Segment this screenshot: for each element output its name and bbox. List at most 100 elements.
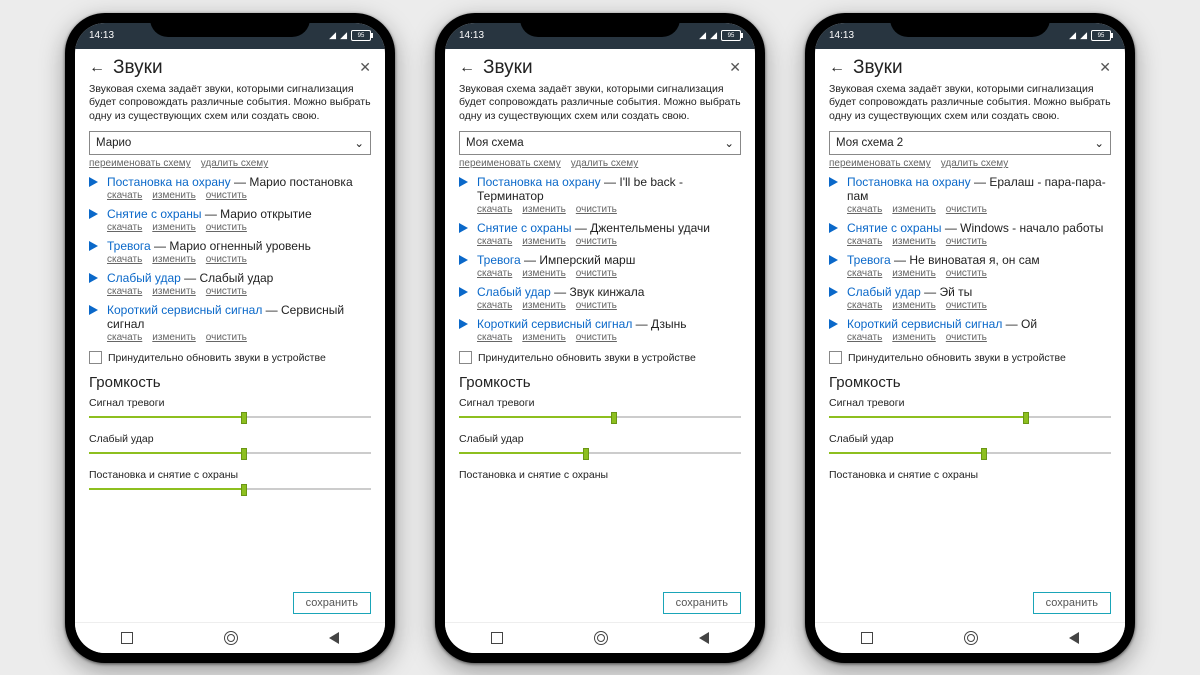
edit-link[interactable]: изменить — [522, 204, 566, 215]
clear-link[interactable]: очистить — [946, 300, 987, 311]
back-arrow-icon[interactable]: ← — [89, 59, 105, 77]
clear-link[interactable]: очистить — [206, 254, 247, 265]
clear-link[interactable]: очистить — [206, 190, 247, 201]
sound-event-label[interactable]: Короткий сервисный сигнал — [477, 317, 632, 331]
edit-link[interactable]: изменить — [522, 236, 566, 247]
volume-slider[interactable] — [89, 411, 371, 423]
play-icon[interactable] — [829, 255, 838, 265]
download-link[interactable]: скачать — [107, 222, 142, 233]
close-icon[interactable]: ✕ — [1099, 59, 1111, 76]
clear-link[interactable]: очистить — [946, 332, 987, 343]
download-link[interactable]: скачать — [477, 204, 512, 215]
back-arrow-icon[interactable]: ← — [829, 59, 845, 77]
clear-link[interactable]: очистить — [206, 222, 247, 233]
sound-event-label[interactable]: Слабый удар — [477, 285, 551, 299]
clear-link[interactable]: очистить — [946, 236, 987, 247]
download-link[interactable]: скачать — [107, 190, 142, 201]
download-link[interactable]: скачать — [847, 236, 882, 247]
nav-back-icon[interactable] — [1069, 632, 1079, 644]
sound-event-label[interactable]: Тревога — [847, 253, 891, 267]
edit-link[interactable]: изменить — [152, 190, 196, 201]
clear-link[interactable]: очистить — [576, 204, 617, 215]
play-icon[interactable] — [459, 319, 468, 329]
sound-event-label[interactable]: Слабый удар — [107, 271, 181, 285]
nav-home-icon[interactable] — [224, 631, 238, 645]
play-icon[interactable] — [89, 273, 98, 283]
play-icon[interactable] — [89, 241, 98, 251]
clear-link[interactable]: очистить — [576, 300, 617, 311]
sound-event-label[interactable]: Тревога — [477, 253, 521, 267]
sound-event-label[interactable]: Тревога — [107, 239, 151, 253]
nav-recent-icon[interactable] — [861, 632, 873, 644]
nav-back-icon[interactable] — [699, 632, 709, 644]
sound-event-label[interactable]: Снятие с охраны — [107, 207, 201, 221]
nav-recent-icon[interactable] — [491, 632, 503, 644]
delete-scheme-link[interactable]: удалить схему — [201, 158, 269, 169]
edit-link[interactable]: изменить — [892, 204, 936, 215]
nav-recent-icon[interactable] — [121, 632, 133, 644]
force-update-checkbox[interactable] — [459, 351, 472, 364]
save-button[interactable]: сохранить — [1033, 592, 1111, 614]
download-link[interactable]: скачать — [847, 332, 882, 343]
clear-link[interactable]: очистить — [576, 332, 617, 343]
force-update-checkbox[interactable] — [829, 351, 842, 364]
edit-link[interactable]: изменить — [522, 332, 566, 343]
scheme-select[interactable]: Моя схема 2⌄ — [829, 131, 1111, 155]
download-link[interactable]: скачать — [477, 236, 512, 247]
close-icon[interactable]: ✕ — [359, 59, 371, 76]
delete-scheme-link[interactable]: удалить схему — [571, 158, 639, 169]
rename-scheme-link[interactable]: переименовать схему — [89, 158, 191, 169]
download-link[interactable]: скачать — [107, 254, 142, 265]
play-icon[interactable] — [829, 319, 838, 329]
sound-event-label[interactable]: Снятие с охраны — [477, 221, 571, 235]
play-icon[interactable] — [829, 223, 838, 233]
edit-link[interactable]: изменить — [892, 236, 936, 247]
nav-home-icon[interactable] — [594, 631, 608, 645]
download-link[interactable]: скачать — [107, 332, 142, 343]
clear-link[interactable]: очистить — [206, 286, 247, 297]
clear-link[interactable]: очистить — [576, 236, 617, 247]
scheme-select[interactable]: Моя схема⌄ — [459, 131, 741, 155]
play-icon[interactable] — [829, 287, 838, 297]
edit-link[interactable]: изменить — [152, 254, 196, 265]
nav-back-icon[interactable] — [329, 632, 339, 644]
close-icon[interactable]: ✕ — [729, 59, 741, 76]
sound-event-label[interactable]: Слабый удар — [847, 285, 921, 299]
play-icon[interactable] — [829, 177, 838, 187]
play-icon[interactable] — [459, 177, 468, 187]
rename-scheme-link[interactable]: переименовать схему — [459, 158, 561, 169]
play-icon[interactable] — [89, 209, 98, 219]
clear-link[interactable]: очистить — [946, 204, 987, 215]
sound-event-label[interactable]: Постановка на охрану — [107, 175, 231, 189]
edit-link[interactable]: изменить — [892, 268, 936, 279]
edit-link[interactable]: изменить — [152, 286, 196, 297]
download-link[interactable]: скачать — [477, 300, 512, 311]
edit-link[interactable]: изменить — [152, 222, 196, 233]
volume-slider[interactable] — [829, 447, 1111, 459]
clear-link[interactable]: очистить — [206, 332, 247, 343]
volume-slider[interactable] — [459, 447, 741, 459]
volume-slider[interactable] — [89, 447, 371, 459]
force-update-checkbox[interactable] — [89, 351, 102, 364]
sound-event-label[interactable]: Короткий сервисный сигнал — [847, 317, 1002, 331]
sound-event-label[interactable]: Короткий сервисный сигнал — [107, 303, 262, 317]
download-link[interactable]: скачать — [847, 268, 882, 279]
save-button[interactable]: сохранить — [293, 592, 371, 614]
edit-link[interactable]: изменить — [892, 300, 936, 311]
edit-link[interactable]: изменить — [522, 268, 566, 279]
volume-slider[interactable] — [829, 411, 1111, 423]
clear-link[interactable]: очистить — [946, 268, 987, 279]
play-icon[interactable] — [459, 223, 468, 233]
scheme-select[interactable]: Марио⌄ — [89, 131, 371, 155]
volume-slider[interactable] — [459, 411, 741, 423]
play-icon[interactable] — [89, 177, 98, 187]
delete-scheme-link[interactable]: удалить схему — [941, 158, 1009, 169]
download-link[interactable]: скачать — [107, 286, 142, 297]
download-link[interactable]: скачать — [847, 204, 882, 215]
play-icon[interactable] — [459, 255, 468, 265]
download-link[interactable]: скачать — [477, 332, 512, 343]
clear-link[interactable]: очистить — [576, 268, 617, 279]
rename-scheme-link[interactable]: переименовать схему — [829, 158, 931, 169]
nav-home-icon[interactable] — [964, 631, 978, 645]
play-icon[interactable] — [89, 305, 98, 315]
